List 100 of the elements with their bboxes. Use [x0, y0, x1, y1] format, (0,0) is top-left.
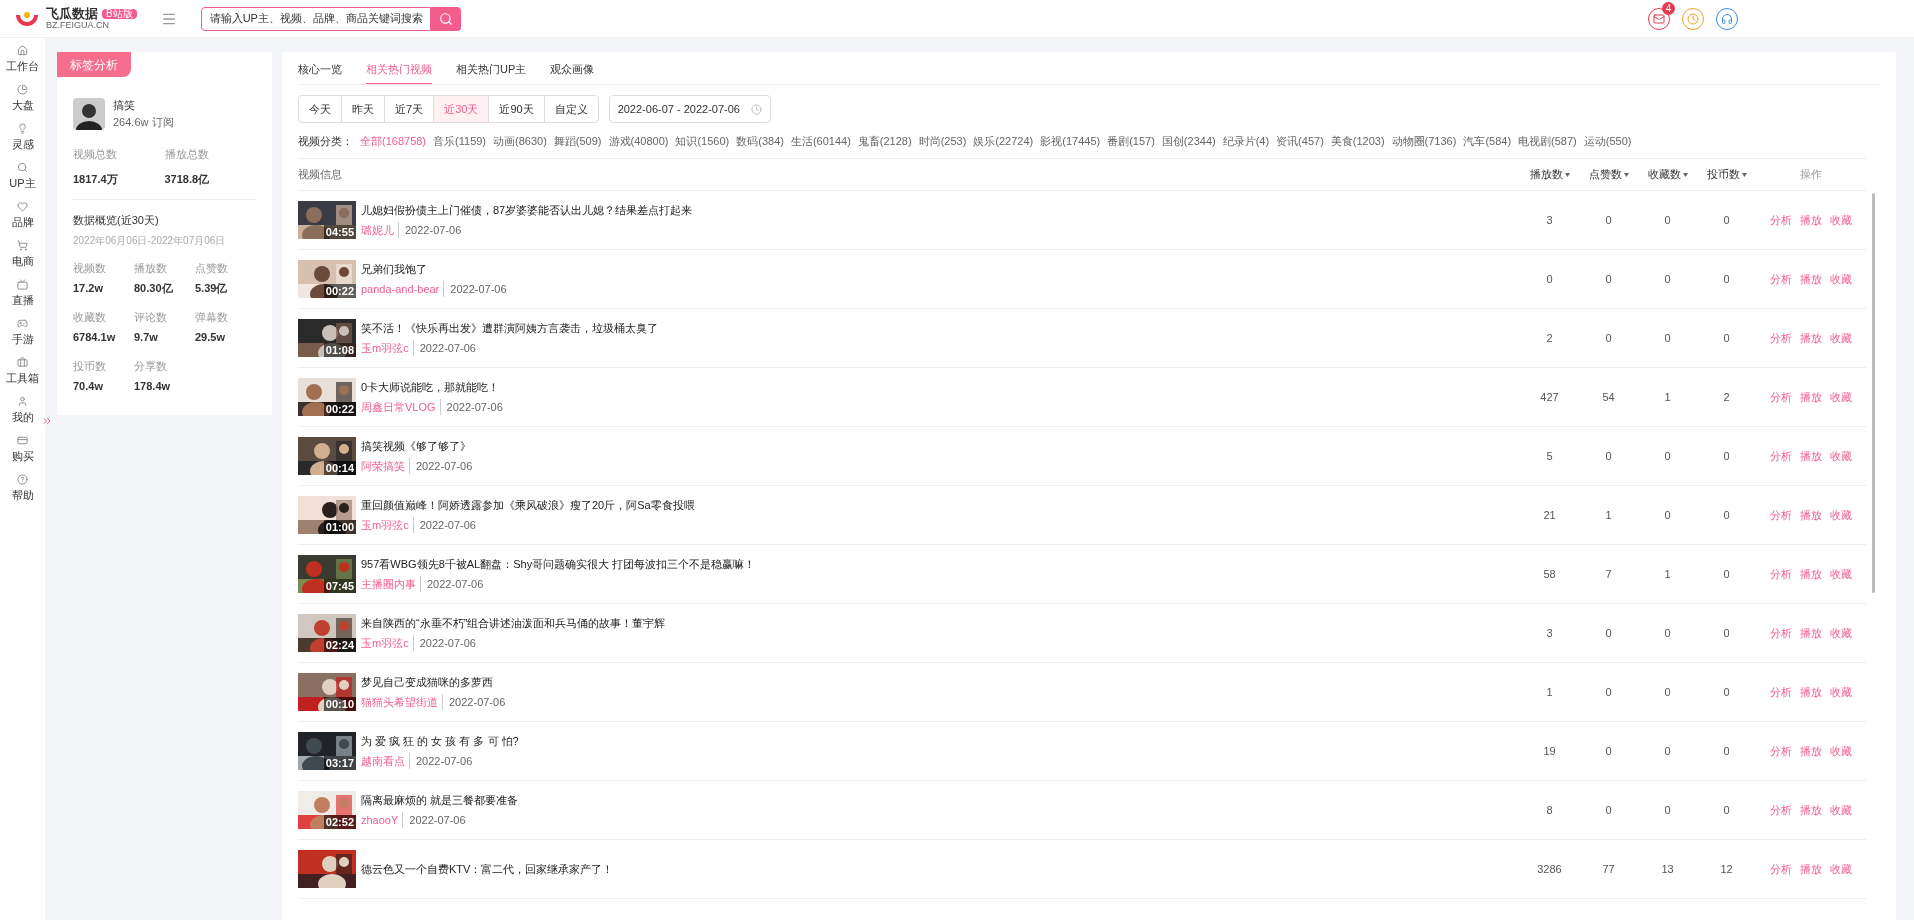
category-filter[interactable]: 电视剧(587): [1518, 132, 1577, 150]
action-link[interactable]: 收藏: [1830, 565, 1852, 583]
column-header[interactable]: 点赞数: [1588, 166, 1622, 183]
video-title[interactable]: 德云色又一个自费KTV：富二代，回家继承家产了！: [361, 860, 614, 878]
tab[interactable]: 相关热门UP主: [456, 60, 527, 84]
action-link[interactable]: 分析: [1770, 565, 1792, 583]
category-filter[interactable]: 国创(2344): [1161, 132, 1216, 150]
category-filter[interactable]: 游戏(40800): [608, 132, 669, 150]
sort-icon[interactable]: [1741, 172, 1747, 177]
action-link[interactable]: 播放: [1800, 211, 1822, 229]
tab[interactable]: 观众画像: [550, 60, 595, 84]
video-title[interactable]: 兄弟们我饱了: [361, 261, 507, 278]
action-link[interactable]: 分析: [1770, 211, 1792, 229]
date-range-field[interactable]: 2022-06-07 - 2022-07-06: [608, 95, 771, 123]
action-link[interactable]: 收藏: [1830, 801, 1852, 819]
sidebar-item[interactable]: 大盘: [11, 79, 34, 118]
sidebar-item[interactable]: 品牌: [11, 196, 34, 235]
action-link[interactable]: 分析: [1770, 270, 1792, 288]
action-link[interactable]: 播放: [1800, 565, 1822, 583]
expand-icon[interactable]: [41, 415, 53, 427]
action-link[interactable]: 播放: [1800, 742, 1822, 760]
action-link[interactable]: 播放: [1800, 447, 1822, 465]
category-filter[interactable]: 娱乐(22724): [973, 132, 1034, 150]
action-link[interactable]: 收藏: [1830, 329, 1852, 347]
range-button[interactable]: 昨天: [342, 96, 385, 122]
range-button[interactable]: 近90天: [489, 96, 545, 122]
action-link[interactable]: 收藏: [1830, 270, 1852, 288]
video-title[interactable]: 重回颜值巅峰！阿娇透露参加《乘风破浪》瘦了20斤，阿Sa零食投喂: [361, 497, 695, 514]
video-author[interactable]: 玉m羽弦c: [361, 339, 414, 356]
action-link[interactable]: 分析: [1770, 506, 1792, 524]
video-author[interactable]: 主播圈内事: [361, 575, 421, 592]
video-author[interactable]: 玉m羽弦c: [361, 516, 414, 533]
sort-icon[interactable]: [1564, 172, 1570, 177]
sidebar-item[interactable]: 购买: [11, 430, 34, 469]
category-filter[interactable]: 数码(384): [736, 132, 784, 150]
category-filter[interactable]: 纪录片(4): [1222, 132, 1270, 150]
sidebar-item[interactable]: UP主: [9, 157, 36, 196]
category-filter[interactable]: 汽车(584): [1463, 132, 1512, 150]
sidebar-item[interactable]: 灵感: [11, 118, 34, 157]
column-header[interactable]: 播放数: [1529, 166, 1563, 183]
video-author[interactable]: zhaooY: [361, 811, 404, 828]
action-link[interactable]: 播放: [1800, 801, 1822, 819]
category-filter[interactable]: 影视(17445): [1040, 132, 1101, 150]
action-link[interactable]: 收藏: [1830, 211, 1852, 229]
video-author[interactable]: 玉m羽弦c: [361, 634, 414, 651]
action-link[interactable]: 分析: [1770, 329, 1792, 347]
column-header[interactable]: 收藏数: [1647, 166, 1681, 183]
range-button[interactable]: 今天: [299, 96, 342, 122]
sidebar-item[interactable]: 手游: [11, 313, 34, 352]
video-author[interactable]: 越南看点: [361, 752, 410, 769]
video-title[interactable]: 为 爱 疯 狂 的 女 孩 有 多 可 怕?: [361, 733, 519, 750]
category-filter[interactable]: 动画(8630): [493, 132, 547, 150]
action-link[interactable]: 播放: [1800, 624, 1822, 642]
action-link[interactable]: 收藏: [1830, 860, 1852, 878]
sidebar-item[interactable]: 我的: [11, 391, 34, 430]
action-link[interactable]: 分析: [1770, 683, 1792, 701]
action-link[interactable]: 收藏: [1830, 447, 1852, 465]
action-link[interactable]: 分析: [1770, 742, 1792, 760]
category-filter[interactable]: 知识(1560): [675, 132, 730, 150]
search-button[interactable]: [430, 6, 461, 31]
action-link[interactable]: 分析: [1770, 801, 1792, 819]
tab[interactable]: 相关热门视频: [366, 60, 432, 84]
action-link[interactable]: 播放: [1800, 683, 1822, 701]
video-author[interactable]: 璐妮儿: [361, 221, 399, 238]
action-link[interactable]: 收藏: [1830, 388, 1852, 406]
video-title[interactable]: 957看WBG领先8千被AL翻盘：Shy哥问题确实很大 打团每波扣三个不是稳赢嘛！: [361, 556, 756, 573]
action-link[interactable]: 收藏: [1830, 683, 1852, 701]
action-link[interactable]: 分析: [1770, 860, 1792, 878]
video-title[interactable]: 笑不活！《快乐再出发》遭群演阿姨方言袭击，垃圾桶太臭了: [361, 320, 658, 337]
action-link[interactable]: 播放: [1800, 329, 1822, 347]
tab[interactable]: 核心一览: [298, 60, 342, 84]
category-filter[interactable]: 运动(550): [1583, 132, 1632, 150]
sidebar-item[interactable]: 工具箱: [6, 352, 39, 391]
action-link[interactable]: 播放: [1800, 506, 1822, 524]
video-author[interactable]: 阿荣搞笑: [361, 457, 410, 474]
range-button[interactable]: 自定义: [544, 96, 598, 122]
video-author[interactable]: 猫猫头希望街道: [361, 693, 443, 710]
search-field[interactable]: 请输入UP主、视频、品牌、商品关键词搜索: [200, 6, 431, 31]
video-title[interactable]: 0卡大师说能吃，那就能吃！: [361, 379, 503, 396]
video-title[interactable]: 梦见自己变成猫咪的多萝西: [361, 674, 506, 691]
category-filter[interactable]: 全部(168758): [360, 132, 427, 150]
category-filter[interactable]: 番剧(157): [1107, 132, 1155, 150]
action-link[interactable]: 分析: [1770, 447, 1792, 465]
category-filter[interactable]: 美食(1203): [1330, 132, 1385, 150]
sidebar-item[interactable]: 帮助: [11, 469, 34, 508]
video-title[interactable]: 隔离最麻烦的 就是三餐都要准备: [361, 792, 519, 809]
category-filter[interactable]: 生活(60144): [790, 132, 851, 150]
action-link[interactable]: 播放: [1800, 270, 1822, 288]
category-filter[interactable]: 舞蹈(509): [553, 132, 602, 150]
video-author[interactable]: panda-and-bear: [361, 280, 445, 297]
action-link[interactable]: 播放: [1800, 388, 1822, 406]
category-filter[interactable]: 音乐(1159): [433, 132, 487, 150]
video-title[interactable]: 儿媳妇假扮债主上门催债，87岁婆婆能否认出儿媳？结果差点打起来: [361, 202, 693, 219]
action-link[interactable]: 收藏: [1830, 742, 1852, 760]
category-filter[interactable]: 鬼畜(2128): [857, 132, 912, 150]
sort-icon[interactable]: [1682, 172, 1688, 177]
sidebar-item[interactable]: 工作台: [6, 40, 39, 79]
video-title[interactable]: 来自陕西的“永垂不朽”组合讲述油泼面和兵马俑的故事！董宇辉: [361, 615, 666, 632]
sort-icon[interactable]: [1623, 172, 1629, 177]
action-link[interactable]: 播放: [1800, 860, 1822, 878]
